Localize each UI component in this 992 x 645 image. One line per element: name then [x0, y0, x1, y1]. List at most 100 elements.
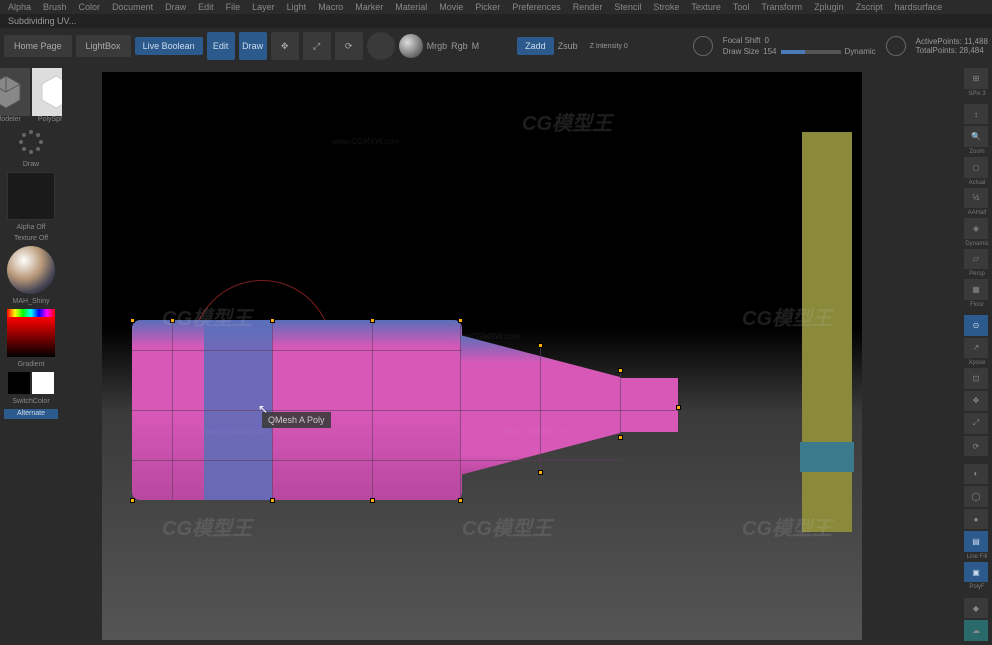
menu-picker[interactable]: Picker [475, 2, 500, 12]
solo-icon: ● [974, 515, 979, 524]
menu-light[interactable]: Light [287, 2, 307, 12]
menu-material[interactable]: Material [395, 2, 427, 12]
dots-icon [16, 127, 46, 157]
menu-macro[interactable]: Macro [318, 2, 343, 12]
menu-hardsurface[interactable]: hardsurface [895, 2, 943, 12]
menu-movie[interactable]: Movie [439, 2, 463, 12]
menu-edit[interactable]: Edit [198, 2, 214, 12]
menu-render[interactable]: Render [573, 2, 603, 12]
dynamic-button[interactable]: ◈ [964, 218, 988, 239]
move-button[interactable]: ✥ [271, 32, 299, 60]
zsub-label[interactable]: Zsub [558, 41, 578, 51]
half-icon: ½ [973, 193, 980, 202]
top-menu: Alpha Brush Color Document Draw Edit Fil… [0, 0, 992, 14]
status-text: Subdividing UV... [8, 16, 76, 26]
mrgb-label[interactable]: Mrgb [427, 41, 448, 51]
transp-button[interactable]: ◐ [964, 464, 988, 485]
local-button[interactable]: ⊙ [964, 315, 988, 336]
line-fill-button[interactable]: ▤ [964, 531, 988, 552]
render-button[interactable]: ☁ [964, 620, 988, 641]
menu-tool[interactable]: Tool [733, 2, 750, 12]
scale-view-button[interactable]: ⤢ [964, 413, 988, 434]
dynamic-label[interactable]: Dynamic [845, 47, 876, 56]
draw-size-slider[interactable] [781, 50, 841, 54]
rotate-button[interactable]: ⟳ [335, 32, 363, 60]
xpose-icon: ↗ [973, 343, 980, 352]
frame-icon: ⊡ [973, 374, 980, 383]
menu-layer[interactable]: Layer [252, 2, 275, 12]
alternate-button[interactable]: Alternate [4, 409, 58, 419]
menu-draw[interactable]: Draw [165, 2, 186, 12]
move-view-icon: ✥ [973, 396, 980, 405]
edit-button[interactable]: Edit [207, 32, 235, 60]
material-sphere-icon[interactable] [399, 34, 423, 58]
local-icon: ⊙ [973, 321, 980, 330]
polyf-button[interactable]: ▣ [964, 562, 988, 583]
transp-icon: ◐ [974, 469, 979, 478]
draw-button[interactable]: Draw [239, 32, 267, 60]
stroke-selector[interactable] [16, 127, 46, 157]
menu-texture[interactable]: Texture [691, 2, 721, 12]
solo-button[interactable]: ● [964, 509, 988, 530]
alpha-selector[interactable] [7, 172, 55, 220]
swatch-black[interactable] [8, 372, 30, 394]
cursor-icon: ↖ [258, 402, 268, 416]
spix-button[interactable]: ⊞ [964, 68, 988, 89]
linefill-icon: ▤ [972, 537, 980, 546]
move-view-button[interactable]: ✥ [964, 391, 988, 412]
rgb-label[interactable]: Rgb [451, 41, 468, 51]
menu-document[interactable]: Document [112, 2, 153, 12]
texture-off-label: Texture Off [14, 235, 48, 242]
menu-zscript[interactable]: Zscript [856, 2, 883, 12]
scroll-button[interactable]: ↕ [964, 104, 988, 125]
sculptris-button[interactable]: ◆ [964, 598, 988, 619]
aahalf-button[interactable]: ½ [964, 188, 988, 209]
lightbox-button[interactable]: LightBox [76, 35, 131, 57]
switch-color-button[interactable]: SwitchColor [12, 398, 49, 405]
actual-button[interactable]: ◻ [964, 157, 988, 178]
menu-zplugin[interactable]: Zplugin [814, 2, 844, 12]
menu-brush[interactable]: Brush [43, 2, 67, 12]
menu-preferences[interactable]: Preferences [512, 2, 561, 12]
scale-button[interactable]: ⤢ [303, 32, 331, 60]
swatch-white[interactable] [32, 372, 54, 394]
zadd-button[interactable]: Zadd [517, 37, 554, 55]
menu-alpha[interactable]: Alpha [8, 2, 31, 12]
brush-circle-icon[interactable] [693, 36, 713, 56]
brush-zmodeler[interactable] [0, 68, 30, 116]
color-picker[interactable] [7, 309, 55, 357]
ghost-button[interactable]: ◯ [964, 486, 988, 507]
dynamic-icon: ◈ [973, 224, 979, 233]
floor-button[interactable]: ▦ [964, 279, 988, 300]
primary-mesh [132, 320, 682, 520]
ghost-icon: ◯ [972, 492, 981, 501]
scale-view-icon: ⤢ [973, 418, 979, 428]
menu-color[interactable]: Color [79, 2, 101, 12]
total-points: TotalPoints: 28,484 [916, 46, 988, 55]
menu-stroke[interactable]: Stroke [653, 2, 679, 12]
persp-button[interactable]: ▱ [964, 249, 988, 270]
main-toolbar: Home Page LightBox Live Boolean Edit Dra… [0, 28, 992, 64]
frame-button[interactable]: ⊡ [964, 368, 988, 389]
stroke-circle-icon[interactable] [886, 36, 906, 56]
m-label[interactable]: M [472, 41, 480, 51]
gizmo-button[interactable] [367, 32, 395, 60]
zintensity-label: Z Intensity 0 [590, 43, 628, 50]
menu-stencil[interactable]: Stencil [614, 2, 641, 12]
menu-file[interactable]: File [226, 2, 241, 12]
watermark: CG模型王 [522, 107, 612, 136]
material-selector[interactable] [7, 246, 55, 294]
xpose-button[interactable]: ↗ [964, 338, 988, 359]
scroll-icon: ↕ [974, 110, 978, 119]
rotate-view-button[interactable]: ⟳ [964, 436, 988, 457]
menu-transform[interactable]: Transform [761, 2, 802, 12]
menu-marker[interactable]: Marker [355, 2, 383, 12]
scale-icon: ⤢ [313, 41, 320, 52]
zoom-button[interactable]: 🔍 [964, 126, 988, 147]
home-page-button[interactable]: Home Page [4, 35, 72, 57]
viewport[interactable]: ↖ QMesh A Poly CG模型王 CG模型王 CG模型王 CG模型王 C… [102, 72, 862, 640]
gradient-label[interactable]: Gradient [18, 361, 45, 368]
rotate-view-icon: ⟳ [973, 442, 980, 451]
sculptris-icon: ◆ [973, 604, 979, 613]
live-boolean-button[interactable]: Live Boolean [135, 37, 203, 55]
